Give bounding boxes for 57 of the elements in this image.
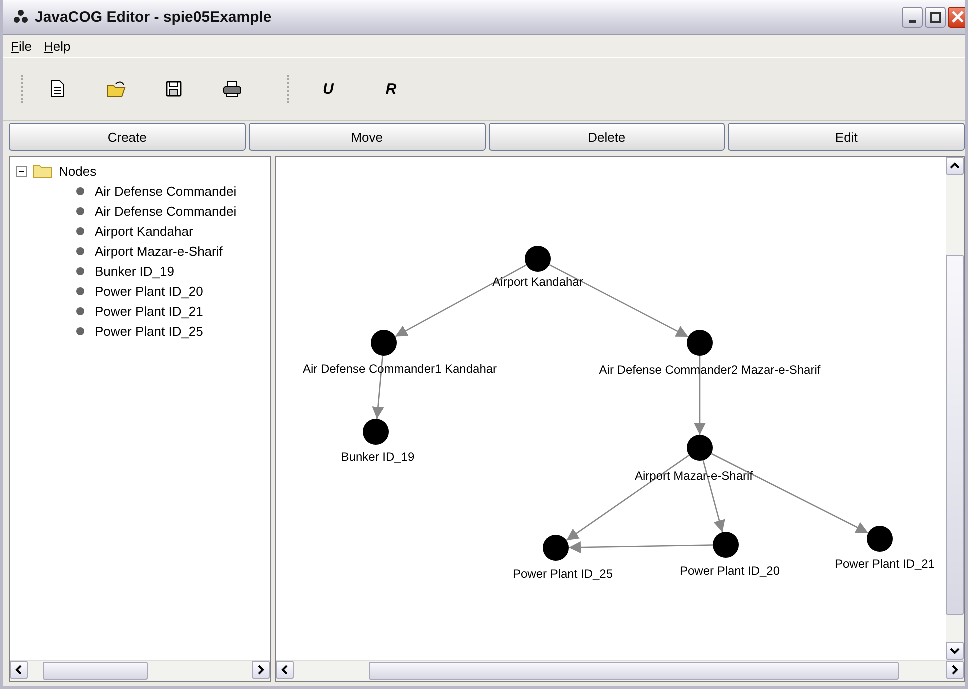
tree-item[interactable]: Power Plant ID_21	[95, 304, 204, 318]
toolbar-button[interactable]: R	[382, 74, 401, 104]
graph-node[interactable]	[363, 419, 389, 445]
leaf-node-icon	[76, 306, 85, 316]
node-label: Air Defense Commander1 Kandahar	[302, 362, 498, 376]
horizontal-scrollbar[interactable]	[10, 660, 270, 681]
node-label: Bunker ID_19	[341, 450, 415, 464]
maximize-icon	[930, 12, 941, 22]
new-document-icon	[48, 80, 68, 98]
minimize-icon	[909, 20, 916, 22]
close-button[interactable]	[948, 6, 965, 28]
menu-item[interactable]: Help	[40, 36, 75, 56]
folder-icon	[106, 80, 126, 98]
menu-item[interactable]: File	[7, 36, 36, 56]
node-label: Power Plant ID_21	[834, 557, 936, 571]
tree-item[interactable]: Bunker ID_19	[95, 264, 174, 278]
toolbar-button[interactable]: U	[319, 74, 338, 104]
action-button[interactable]: Move	[248, 123, 486, 151]
window-title: JavaCOG Editor - spie05Example	[35, 8, 273, 26]
app-icon	[13, 9, 29, 25]
action-button[interactable]: Delete	[488, 123, 726, 151]
action-button[interactable]: Create	[9, 123, 246, 151]
leaf-node-icon	[76, 286, 85, 296]
graph-node[interactable]	[525, 246, 551, 272]
leaf-node-icon	[76, 206, 85, 216]
node-label: Airport Mazar-e-Sharif	[634, 469, 754, 483]
close-icon	[952, 11, 964, 23]
graph-node[interactable]	[713, 532, 739, 558]
node-label: Air Defense Commander2 Mazar-e-Sharif	[599, 363, 821, 377]
graph-node[interactable]	[867, 526, 893, 552]
tree-item[interactable]: Airport Kandahar	[95, 224, 194, 238]
leaf-node-icon	[76, 226, 85, 236]
node-label: Power Plant ID_25	[512, 567, 614, 581]
vertical-scrollbar[interactable]	[946, 157, 964, 660]
graph-node[interactable]	[371, 330, 397, 356]
graph-node[interactable]	[543, 535, 569, 561]
printer-icon	[222, 80, 242, 98]
node-label: Airport Kandahar	[492, 275, 584, 289]
leaf-node-icon	[76, 266, 85, 276]
graph-node[interactable]	[687, 330, 713, 356]
tree-item[interactable]: Nodes	[59, 164, 97, 178]
action-button[interactable]: Edit	[728, 123, 965, 151]
leaf-node-icon	[76, 326, 85, 336]
maximize-button[interactable]	[925, 6, 946, 28]
collapse-icon[interactable]	[16, 166, 27, 176]
graph-node[interactable]	[687, 435, 713, 461]
minimize-button[interactable]	[902, 6, 923, 28]
folder-icon	[33, 163, 53, 179]
tree-item[interactable]: Airport Mazar-e-Sharif	[95, 244, 223, 258]
leaf-node-icon	[76, 246, 85, 256]
tree-item[interactable]: Power Plant ID_25	[95, 324, 204, 338]
tree-item[interactable]: Power Plant ID_20	[95, 284, 204, 298]
tree-item[interactable]: Air Defense Commandei	[95, 184, 237, 198]
node-label: Power Plant ID_20	[680, 564, 780, 578]
tree-item[interactable]: Air Defense Commandei	[95, 204, 237, 218]
horizontal-scrollbar[interactable]	[276, 660, 964, 681]
leaf-node-icon	[76, 186, 85, 196]
